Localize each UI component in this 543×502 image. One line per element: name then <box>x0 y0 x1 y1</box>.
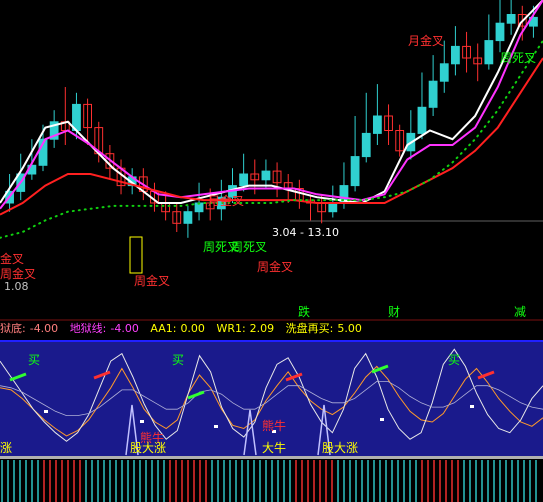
candle-body <box>484 40 494 65</box>
highlight-box <box>129 236 143 274</box>
price-annotation: 3.04 - 13.10 <box>272 226 339 239</box>
candle-body <box>183 211 193 224</box>
indicator-status-bar: 狱底: -4.00 地狱线: -4.00 AA1: 0.00 WR1: 2.09 洗盘再… <box>0 320 543 338</box>
moving-average-line <box>0 0 543 210</box>
status-value: 5.00 <box>337 322 362 335</box>
status-label: 洗盘再买: <box>285 322 334 335</box>
status-value: 0.00 <box>180 322 205 335</box>
price-annotation: 减 <box>514 305 526 319</box>
indicator-panel: 买买买涨熊牛股大涨熊牛大牛 股大涨 <box>0 340 543 456</box>
indicator-annotation: 涨 <box>0 440 12 455</box>
status-item-hell-line: 地狱线: -4.00 <box>70 322 143 335</box>
indicator-annotation: 买 <box>28 353 40 367</box>
candle-body <box>495 22 505 42</box>
indicator-annotation: 买 <box>448 353 460 367</box>
indicator-annotation: 股大涨 <box>322 440 358 455</box>
indicator-annotation: 熊牛 <box>262 418 286 433</box>
candle-body <box>439 63 449 82</box>
price-annotation: 周金叉 <box>134 273 170 288</box>
price-annotation: 月金叉 <box>408 33 444 48</box>
price-annotation: 金叉 <box>0 251 24 266</box>
price-annotation: 月金叉 <box>208 193 244 208</box>
candle-body <box>328 202 338 213</box>
status-item-wr1: WR1: 2.09 <box>216 322 278 335</box>
candle-body <box>350 156 360 187</box>
candle-body <box>239 173 249 187</box>
indicator-tick-mark <box>214 425 218 428</box>
indicator-tick-mark <box>140 420 144 423</box>
status-value: 2.09 <box>249 322 275 335</box>
price-annotation: 周金叉 <box>0 266 36 281</box>
candle-body <box>428 80 438 108</box>
candle-body <box>451 45 460 65</box>
status-value: -4.00 <box>29 322 59 335</box>
status-label: 狱底: <box>0 322 26 335</box>
status-item-aa1: AA1: 0.00 <box>150 322 209 335</box>
candle-body <box>372 115 382 134</box>
indicator-tick-mark <box>470 405 474 408</box>
candle-body <box>361 132 371 158</box>
candle-body <box>261 170 271 181</box>
status-item-wash-rebuy: 洗盘再买: 5.00 <box>286 322 366 335</box>
status-value: -4.00 <box>110 322 139 335</box>
price-annotation: 1.08 <box>4 280 29 293</box>
status-label: AA1: <box>150 322 177 335</box>
moving-average-line <box>0 0 543 205</box>
status-label: 地狱线: <box>69 322 107 335</box>
price-annotation: 周金叉 <box>257 259 293 274</box>
status-label: WR1: <box>216 322 246 335</box>
indicator-annotation: 大牛 <box>262 440 286 455</box>
status-item-hell-bottom: 狱底: -4.00 <box>0 322 62 335</box>
indicator-tick-mark <box>380 418 384 421</box>
indicator-annotation: 买 <box>172 353 184 367</box>
price-annotation: 周死叉 <box>231 240 267 254</box>
candle-body <box>506 14 516 24</box>
price-annotation: 财 <box>388 305 400 319</box>
chart-canvas: 金叉周金叉1.08月金叉周金叉周死叉周金叉周死叉3.04 - 13.10月金叉周… <box>0 0 543 502</box>
candle-body <box>417 106 427 134</box>
bottom-bar-strip <box>0 456 543 502</box>
price-annotation: 周死叉 <box>500 51 536 65</box>
indicator-annotation: 股大涨 <box>130 440 166 455</box>
indicator-tick-mark <box>44 410 48 413</box>
price-annotation: 跌 <box>298 304 310 319</box>
bar-strip-baseline <box>0 456 543 459</box>
price-panel: 金叉周金叉1.08月金叉周金叉周死叉周金叉周死叉3.04 - 13.10月金叉周… <box>0 0 543 319</box>
